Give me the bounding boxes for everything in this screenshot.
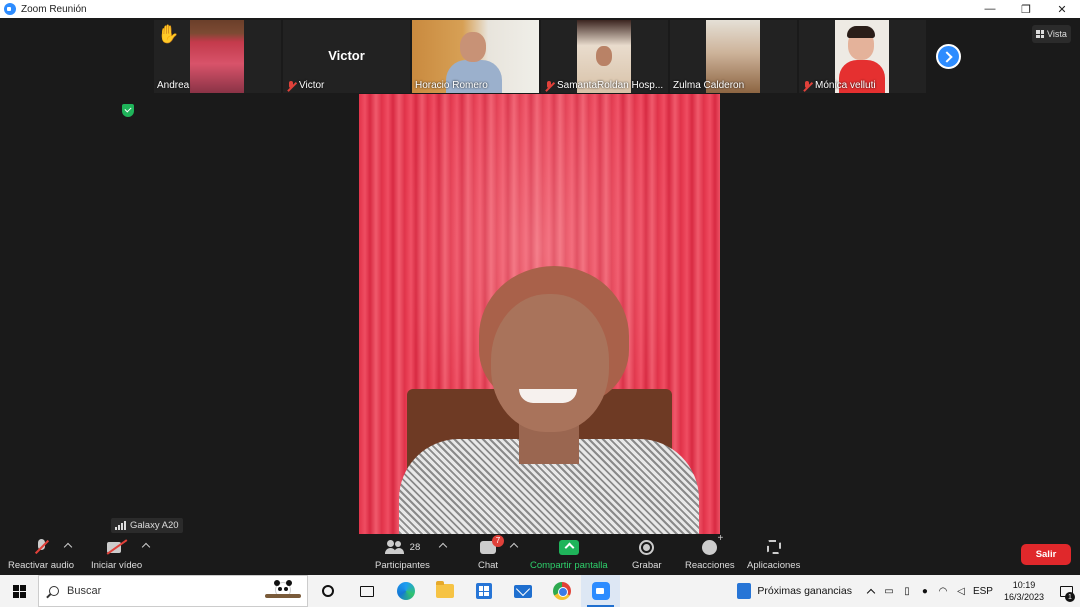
chrome-icon [552,582,571,600]
participant-name: Mónica velluti [802,80,876,91]
mail-app[interactable] [503,575,542,607]
battery-icon[interactable]: ▯ [898,575,916,607]
search-placeholder: Buscar [67,585,102,597]
window-controls: — ❐ ✕ [972,0,1080,18]
notification-count: 1 [1065,592,1075,602]
task-view-button[interactable] [347,575,386,607]
participant-tile-horacio[interactable]: Horacio Romero [412,20,539,93]
chat-options-chevron-icon[interactable] [509,542,519,552]
start-button[interactable] [0,575,38,607]
chat-unread-badge: 7 [492,534,505,547]
share-screen-button[interactable]: Compartir pantalla [530,537,608,571]
apps-icon [766,540,781,554]
unmute-audio-button[interactable]: Reactivar audio [8,537,74,571]
share-screen-icon [558,539,579,555]
close-button[interactable]: ✕ [1044,0,1080,18]
panda-highlight-icon [263,578,303,606]
video-options-chevron-icon[interactable] [141,542,151,552]
participants-count: 28 [409,541,421,553]
participant-tile-andrea[interactable]: ✋ Andrea [154,20,281,93]
participant-tile-victor[interactable]: Victor Victor [283,20,410,93]
raised-hand-icon: ✋ [157,24,180,44]
restore-button[interactable]: ❐ [1008,0,1044,18]
participant-name: Victor [286,80,324,91]
store-icon [475,583,492,599]
windows-logo-icon [12,584,26,598]
taskbar-pinned-apps [308,575,620,607]
chevron-up-icon [866,588,876,597]
taskbar-search-box[interactable]: Buscar [38,575,308,607]
cortana-button[interactable] [308,575,347,607]
meeting-toolbar: Reactivar audio Iniciar vídeo 28 Partici… [0,533,1080,575]
participant-tile-samanta[interactable]: SamantaRoldan Hosp... [541,20,668,93]
chrome-app[interactable] [542,575,581,607]
participants-button[interactable]: 28 Participantes [375,537,430,571]
next-page-chevron-icon[interactable] [936,44,961,69]
news-widget[interactable]: Próximas ganancias [737,583,852,599]
record-icon [639,539,655,555]
microphone-icon[interactable]: ● [916,575,934,607]
active-speaker-video [359,94,720,534]
input-language[interactable]: ESP [970,575,996,607]
participant-tile-monica[interactable]: Mónica velluti [799,20,926,93]
participant-tile-zulma[interactable]: Zulma Calderon [670,20,797,93]
participants-options-chevron-icon[interactable] [438,542,448,552]
speaker-icon[interactable]: ◁ [952,575,970,607]
system-tray: Próximas ganancias ▭ ▯ ● ◠ ◁ ESP 10:19 1… [737,575,1080,607]
mic-muted-icon [36,539,46,555]
mic-muted-icon [802,80,812,91]
mic-muted-icon [286,80,296,91]
cortana-icon [321,585,334,597]
view-button[interactable]: Vista [1032,25,1071,43]
edge-icon [396,582,415,600]
record-button[interactable]: Grabar [632,537,662,571]
window-title: Zoom Reunión [21,3,87,15]
grid-icon [1036,30,1044,38]
encryption-shield-icon[interactable] [122,104,134,117]
meet-now-icon[interactable]: ▭ [880,575,898,607]
store-app[interactable] [464,575,503,607]
emoji-reaction-icon [702,533,723,555]
mail-icon [513,584,532,598]
chat-icon: 7 [480,534,505,554]
reactions-button[interactable]: Reacciones [685,533,735,572]
zoom-logo-icon [4,3,16,15]
clock-date: 16/3/2023 [1003,592,1044,602]
chat-button[interactable]: 7 Chat [478,534,505,571]
people-icon [384,540,405,554]
meeting-stage: ✋ Andrea Victor Victor Horacio Romero Sa… [0,18,1080,575]
participant-display-name: Victor [328,48,365,63]
participant-filmstrip: ✋ Andrea Victor Victor Horacio Romero Sa… [154,20,926,93]
device-signal-badge: Galaxy A20 [111,518,183,533]
notification-center-button[interactable]: 1 [1052,575,1080,607]
participant-video [190,20,244,93]
participant-name: Zulma Calderon [673,80,745,91]
apps-button[interactable]: Aplicaciones [747,537,800,571]
mic-muted-icon [544,80,554,91]
start-video-button[interactable]: Iniciar vídeo [91,537,142,571]
folder-icon [435,581,454,598]
clock-time: 10:19 [1012,580,1036,590]
minimize-button[interactable]: — [972,0,1008,18]
task-view-icon [359,585,374,597]
window-titlebar: Zoom Reunión — ❐ ✕ [0,0,1080,18]
camera-off-icon [106,540,127,554]
leave-button[interactable]: Salir [1021,544,1071,565]
participant-name: Andrea [157,80,190,91]
participant-name: Horacio Romero [415,80,488,91]
news-icon [737,583,752,599]
file-explorer-app[interactable] [425,575,464,607]
taskbar-clock[interactable]: 10:19 16/3/2023 [1004,579,1044,603]
windows-taskbar: Buscar Próximas ganancias ▭ ▯ ● ◠ ◁ ESP [0,575,1080,607]
signal-bars-icon [115,521,126,530]
search-icon [49,586,59,596]
participant-name: SamantaRoldan Hosp... [544,80,663,91]
edge-app[interactable] [386,575,425,607]
wifi-icon[interactable]: ◠ [934,575,952,607]
zoom-app[interactable] [581,575,620,607]
show-hidden-icons-button[interactable] [862,575,880,607]
zoom-icon [591,582,610,600]
